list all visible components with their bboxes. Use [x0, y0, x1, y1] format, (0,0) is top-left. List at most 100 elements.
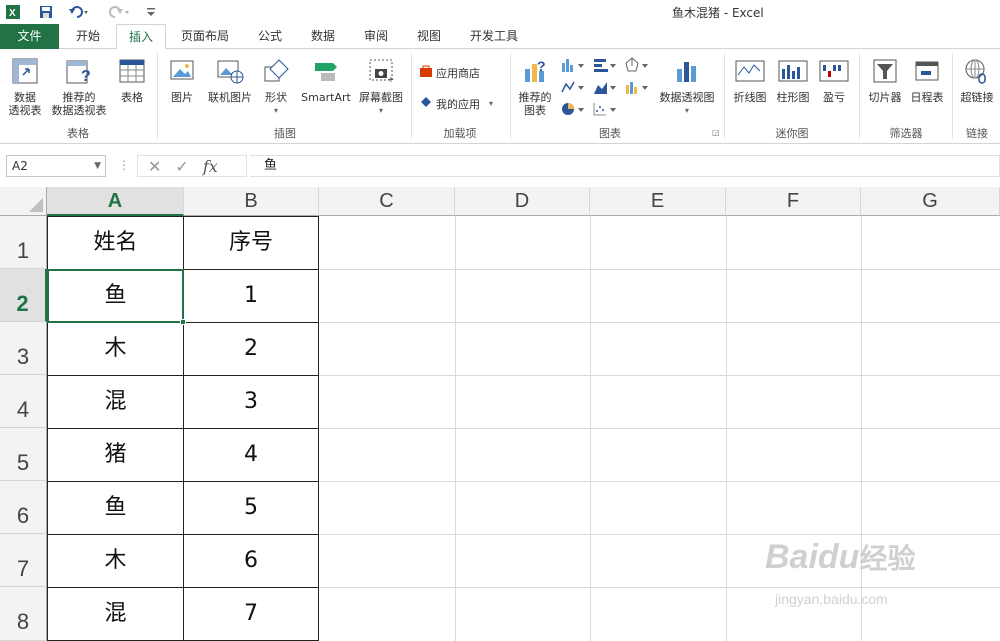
table-cell-name[interactable]: 木 [47, 534, 184, 588]
table-cell-number[interactable]: 6 [183, 534, 319, 588]
screenshot-button[interactable]: + 屏幕截图 ▾ [356, 57, 406, 117]
pivot-table-button[interactable]: 数据 透视表 [4, 57, 46, 117]
column-header-d[interactable]: D [455, 187, 590, 216]
redo-icon[interactable] [106, 3, 132, 21]
cancel-icon[interactable]: ✕ [148, 157, 161, 176]
formula-input[interactable]: 鱼 [250, 155, 1000, 177]
my-apps-button[interactable]: 我的应用 ▾ [419, 95, 493, 112]
tab-page-layout[interactable]: 页面布局 [172, 24, 238, 49]
table-cell-name[interactable]: 猪 [47, 428, 184, 482]
scatter-chart-icon[interactable] [592, 101, 620, 119]
recommended-pivot-icon: ? [48, 57, 110, 88]
line-chart-icon[interactable] [560, 79, 588, 97]
recommended-pivot-button[interactable]: ? 推荐的 数据透视表 [48, 57, 110, 117]
recommended-charts-button[interactable]: ? 推荐的 图表 [514, 57, 556, 117]
table-icon [114, 57, 150, 88]
table-button[interactable]: 表格 [114, 57, 150, 104]
column-header-e[interactable]: E [590, 187, 726, 216]
table-header-name[interactable]: 姓名 [47, 216, 184, 270]
timeline-icon [906, 57, 948, 88]
slicer-label: 切片器 [868, 91, 902, 104]
table-cell-name[interactable]: 混 [47, 587, 184, 641]
row-header-2[interactable]: 2 [0, 269, 47, 322]
table-label: 表格 [121, 91, 143, 104]
store-button[interactable]: 应用商店 [419, 64, 480, 81]
worksheet-grid: A B C D E F G 1 2 3 4 5 6 7 8 姓名 序号 鱼 1 … [0, 187, 1000, 641]
active-cell-selection [47, 269, 186, 325]
bar-chart-icon[interactable] [592, 57, 620, 75]
column-header-a[interactable]: A [47, 187, 184, 216]
dialog-launcher-icon[interactable]: ◲ [712, 128, 720, 137]
radar-chart-icon[interactable] [624, 57, 652, 75]
table-cell-number[interactable]: 1 [183, 269, 319, 323]
slicer-button[interactable]: 切片器 [864, 57, 906, 104]
winloss-sparkline-label: 盈亏 [823, 91, 845, 104]
dropdown-arrow-icon: ▾ [273, 106, 278, 115]
column-chart-icon[interactable] [560, 57, 588, 75]
enter-icon[interactable]: ✓ [175, 157, 188, 176]
table-cell-number[interactable]: 2 [183, 322, 319, 376]
tab-file[interactable]: 文件 [0, 24, 59, 49]
column-header-c[interactable]: C [319, 187, 455, 216]
tab-data[interactable]: 数据 [299, 24, 347, 49]
row-header-5[interactable]: 5 [0, 428, 47, 481]
customize-qat-icon[interactable] [142, 3, 160, 21]
tab-developer[interactable]: 开发工具 [460, 24, 528, 49]
line-sparkline-icon [729, 57, 771, 88]
insert-function-icon[interactable]: fx [203, 157, 218, 176]
row-header-1[interactable]: 1 [0, 216, 47, 269]
chevron-down-icon[interactable]: ▼ [94, 156, 101, 176]
name-box[interactable]: A2 ▼ [6, 155, 106, 177]
timeline-button[interactable]: 日程表 [906, 57, 948, 104]
row-header-4[interactable]: 4 [0, 375, 47, 428]
online-picture-button[interactable]: 联机图片 [203, 57, 257, 104]
column-header-b[interactable]: B [184, 187, 319, 216]
picture-icon [164, 57, 200, 88]
undo-icon[interactable] [66, 3, 92, 21]
column-sparkline-button[interactable]: 柱形图 [772, 57, 814, 104]
table-cell-number[interactable]: 5 [183, 481, 319, 535]
area-chart-icon[interactable] [592, 79, 620, 97]
save-icon[interactable] [37, 3, 55, 21]
row-header-3[interactable]: 3 [0, 322, 47, 375]
excel-icon: X [4, 3, 22, 21]
winloss-sparkline-button[interactable]: 盈亏 [815, 57, 853, 104]
pie-chart-icon[interactable] [560, 101, 588, 119]
table-header-number[interactable]: 序号 [183, 216, 319, 270]
pivot-chart-button[interactable]: 数据透视图 ▾ [656, 57, 718, 117]
column-sparkline-label: 柱形图 [776, 91, 810, 104]
picture-button[interactable]: 图片 [164, 57, 200, 104]
column-header-f[interactable]: F [726, 187, 861, 216]
row-header-6[interactable]: 6 [0, 481, 47, 534]
combo-chart-icon[interactable] [624, 79, 652, 97]
row-header-7[interactable]: 7 [0, 534, 47, 587]
table-cell-number[interactable]: 3 [183, 375, 319, 429]
more-options-icon[interactable]: ⋮ [118, 158, 130, 172]
select-all-button[interactable] [0, 187, 47, 216]
ribbon-tabs: 文件 开始 插入 页面布局 公式 数据 审阅 视图 开发工具 [0, 24, 1000, 50]
table-cell-number[interactable]: 4 [183, 428, 319, 482]
watermark-logo: Baidu经验 [765, 538, 916, 576]
table-cell-name[interactable]: 木 [47, 322, 184, 376]
fill-handle[interactable] [180, 319, 186, 325]
formula-buttons: ✕ ✓ fx [137, 155, 247, 177]
table-cell-number[interactable]: 7 [183, 587, 319, 641]
group-tables-label: 表格 [67, 127, 89, 140]
row-header-8[interactable]: 8 [0, 587, 47, 641]
table-cell-name[interactable]: 鱼 [47, 481, 184, 535]
column-header-g[interactable]: G [861, 187, 1000, 216]
smartart-button[interactable]: SmartArt [298, 57, 354, 104]
smartart-label: SmartArt [301, 91, 351, 104]
tab-review[interactable]: 审阅 [352, 24, 400, 49]
shapes-button[interactable]: 形状 ▾ [258, 57, 294, 117]
table-cell-name[interactable]: 混 [47, 375, 184, 429]
tab-view[interactable]: 视图 [405, 24, 453, 49]
line-sparkline-button[interactable]: 折线图 [729, 57, 771, 104]
shapes-label: 形状 [265, 91, 287, 104]
tab-formulas[interactable]: 公式 [246, 24, 294, 49]
hyperlink-button[interactable]: 超链接 [955, 57, 999, 104]
tab-home[interactable]: 开始 [64, 24, 112, 49]
tab-insert[interactable]: 插入 [116, 24, 166, 50]
online-picture-label: 联机图片 [208, 91, 252, 104]
column-sparkline-icon [772, 57, 814, 88]
